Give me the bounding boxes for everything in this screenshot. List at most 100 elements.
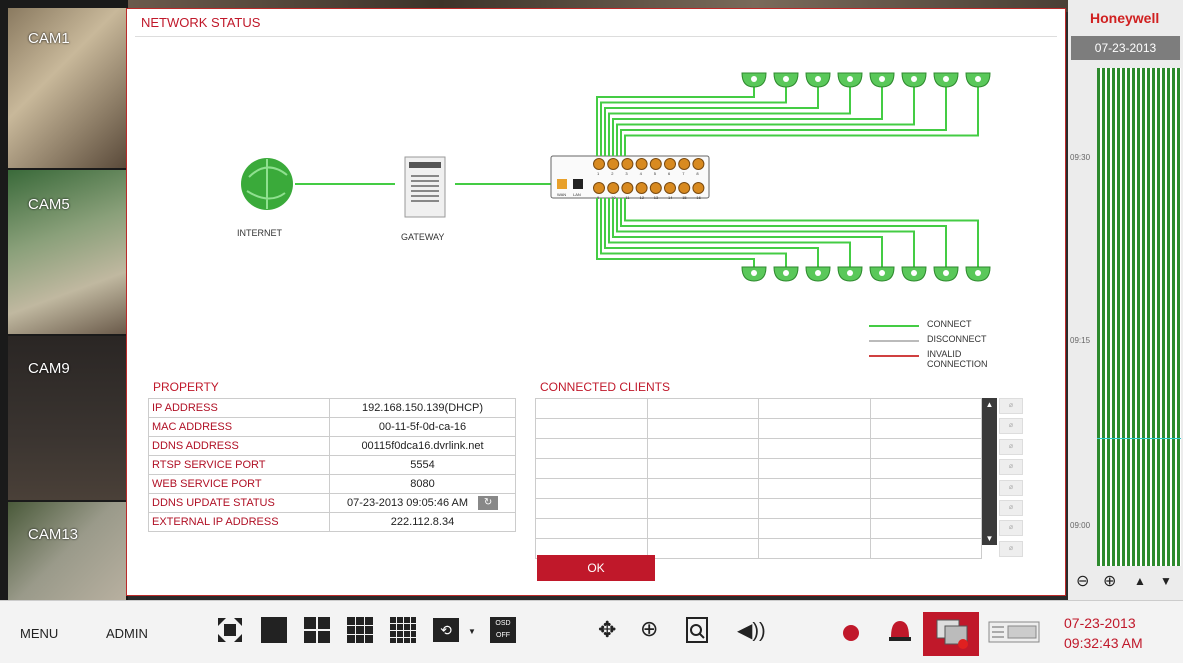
admin-button[interactable]: ADMIN [106, 626, 148, 641]
refresh-ddns-button[interactable]: ↻ [478, 496, 499, 510]
disconnect-client-icon[interactable]: ⌀ [999, 418, 1023, 435]
camera-label: CAM13 [28, 526, 79, 543]
camera-wire [616, 198, 915, 267]
client-cell [758, 538, 871, 559]
clients-table [535, 398, 982, 559]
camera-label: CAM1 [28, 30, 70, 47]
camera-port-15 [678, 182, 691, 194]
camera-port-13 [649, 182, 662, 194]
layout-4-icon[interactable] [304, 617, 330, 643]
timeline-time-label: 09:00 [1070, 521, 1091, 530]
camera-lens-icon [911, 270, 917, 276]
client-cell [869, 518, 982, 539]
client-cell [535, 458, 648, 479]
scroll-down-icon[interactable]: ▼ [982, 534, 997, 543]
client-row [535, 478, 982, 499]
camera-port-11 [621, 182, 634, 194]
camera-lens-icon [879, 76, 885, 82]
camera-lens-icon [943, 270, 949, 276]
layout-9-icon[interactable] [347, 617, 373, 643]
client-cell [646, 538, 759, 559]
fullscreen-icon[interactable] [216, 616, 244, 644]
table-row: EXTERNAL IP ADDRESS 222.112.8.34 [148, 512, 516, 532]
table-row: DDNS UPDATE STATUS 07-23-2013 09:05:46 AM… [148, 493, 516, 513]
client-cell [535, 398, 648, 419]
camera-domes [741, 72, 991, 282]
camera-lens-icon [751, 270, 757, 276]
sidebar-date[interactable]: 07-23-2013 [1071, 36, 1180, 60]
table-row: RTSP SERVICE PORT 5554 [148, 455, 516, 475]
camera-lens-icon [847, 270, 853, 276]
client-cell [535, 418, 648, 439]
camera-tile-9[interactable]: CAM9 [8, 336, 126, 500]
dropdown-arrow-icon[interactable]: ▼ [468, 627, 476, 636]
layout-16-icon[interactable] [390, 617, 416, 643]
scroll-up-icon[interactable]: ▲ [982, 400, 997, 409]
clients-scrollbar[interactable]: ▲ ▼ [982, 398, 997, 545]
disconnect-client-icon[interactable]: ⌀ [999, 398, 1023, 414]
panel-toggle-icon[interactable] [988, 621, 1040, 643]
internet-label: INTERNET [237, 228, 283, 238]
client-cell [758, 418, 871, 439]
alarm-icon[interactable] [887, 617, 913, 643]
camera-tile-13[interactable]: CAM13 [8, 502, 126, 600]
camera-lens-icon [975, 270, 981, 276]
disconnect-client-icon[interactable]: ⌀ [999, 479, 1023, 496]
camera-lens-icon [815, 76, 821, 82]
disconnect-client-icon[interactable]: ⌀ [999, 499, 1023, 516]
up-arrow-icon[interactable]: ▲ [1134, 574, 1146, 588]
timeline-time-label: 09:30 [1070, 153, 1091, 162]
camera-label: CAM5 [28, 196, 70, 213]
recording-timeline[interactable] [1097, 68, 1181, 566]
camera-port-10 [607, 182, 620, 194]
timeline-time-label: 09:15 [1070, 336, 1091, 345]
clock-date: 07-23-2013 [1064, 615, 1136, 631]
camera-lens-icon [879, 270, 885, 276]
wan-port-icon [557, 179, 567, 189]
client-cell [758, 458, 871, 479]
client-cell [646, 398, 759, 419]
zoom-icon[interactable]: ⊕ [640, 616, 658, 642]
camera-port-16 [692, 182, 705, 194]
zoom-out-icon[interactable]: ⊖ [1076, 571, 1089, 591]
client-row [535, 438, 982, 459]
camera-tile-5[interactable]: CAM5 [8, 170, 126, 334]
network-status-button[interactable] [923, 612, 979, 656]
camera-tile-1[interactable]: CAM1 [8, 8, 126, 168]
table-row: IP ADDRESS 192.168.150.139(DHCP) [148, 398, 516, 418]
camera-grid: CAM1 CAM5 CAM9 CAM13 [0, 0, 128, 600]
client-cell [646, 478, 759, 499]
layout-1-icon[interactable] [261, 617, 287, 643]
client-cell [535, 518, 648, 539]
table-row: DDNS ADDRESS 00115f0dca16.dvrlink.net [148, 436, 516, 456]
zoom-in-icon[interactable]: ⊕ [1103, 571, 1116, 591]
client-cell [758, 398, 871, 419]
disconnect-client-icon[interactable]: ⌀ [999, 438, 1023, 455]
sequence-icon[interactable]: ⟲ [433, 618, 459, 642]
menu-button[interactable]: MENU [20, 626, 58, 641]
down-arrow-icon[interactable]: ▼ [1160, 574, 1172, 588]
disconnect-client-icon[interactable]: ⌀ [999, 540, 1023, 557]
client-cell [646, 498, 759, 519]
ok-button[interactable]: OK [537, 555, 655, 581]
network-status-dialog: NETWORK STATUS INTERNET GATEWAY WAN LAN … [126, 8, 1066, 596]
osd-off-button[interactable]: OSD OFF [490, 617, 516, 643]
client-cell [646, 518, 759, 539]
record-icon[interactable] [843, 625, 859, 641]
client-cell [535, 438, 648, 459]
search-record-icon[interactable] [686, 617, 708, 643]
client-cell [869, 538, 982, 559]
gateway-label: GATEWAY [401, 232, 444, 242]
audio-icon[interactable]: ◀)) [737, 618, 766, 643]
disconnect-client-icon[interactable]: ⌀ [999, 520, 1023, 537]
camera-port-9 [593, 182, 605, 194]
client-cell [535, 498, 648, 519]
client-cell [758, 498, 871, 519]
client-cell [869, 458, 982, 479]
ptz-move-icon[interactable]: ✥ [598, 617, 616, 643]
disconnect-client-icon[interactable]: ⌀ [999, 459, 1023, 476]
camera-port-6 [664, 158, 676, 170]
property-title: PROPERTY [153, 380, 219, 394]
gateway-panel [409, 162, 441, 168]
client-cell [869, 478, 982, 499]
